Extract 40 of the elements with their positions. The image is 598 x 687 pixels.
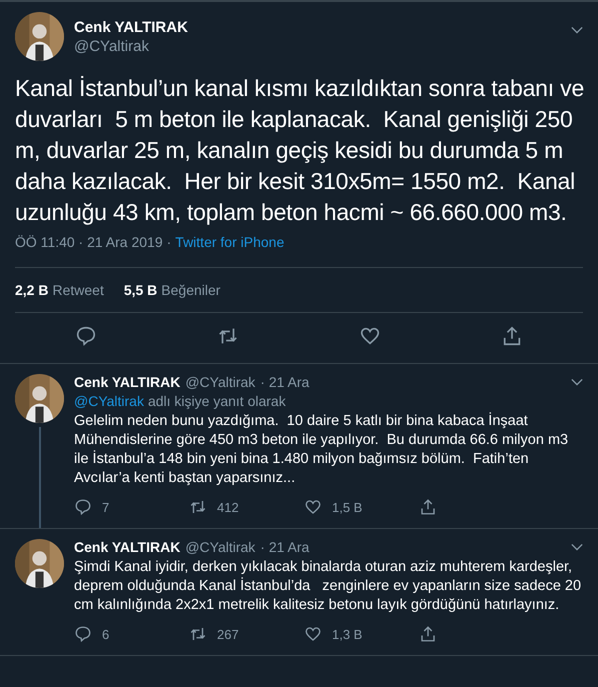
- user-name[interactable]: Cenk YALTIRAK: [74, 374, 180, 390]
- share-icon[interactable]: [501, 325, 523, 347]
- tweet-text: Şimdi Kanal iyidir, derken yıkılacak binalarda oturan aziz muhterem kardeşler, deprem olduğunda Kanal İstanbul’da zenginlere ev yapanların size sadece 20 cm kalınlığında 2x2x1 metrelik kalitesiz betonu layık gördüğünü hatırlayınız.: [74, 558, 582, 615]
- chevron-down-icon[interactable]: [571, 378, 583, 386]
- share-icon[interactable]: [419, 498, 437, 516]
- retweet-icon[interactable]: [189, 625, 207, 643]
- like-count: 1,5 B: [332, 500, 362, 514]
- reply-count: 6: [102, 626, 110, 642]
- share-icon[interactable]: [419, 625, 437, 643]
- heart-icon[interactable]: [304, 625, 322, 643]
- chevron-down-icon[interactable]: [571, 543, 583, 551]
- like-count: 1,3 B: [332, 626, 362, 642]
- tweet-date[interactable]: · 21 Ara: [260, 374, 310, 390]
- tweet-text: Gelelim neden bunu yazdığıma. 10 daire 5 katlı bir bina kabaca İnşaat Mühendislerine göre 450 m3 beton ile yapılıyor. Bu durumda 66.6 milyon m3 ile İstanbul’a 148 bin yeni bina 1.480 milyon bağımsız bölüm. Fatih’ten Avcılar’a kenti baştan yaparsınız...: [74, 412, 570, 488]
- tweet-time[interactable]: ÖÖ 11:40 · 21 Ara 2019: [15, 234, 163, 250]
- reply-icon[interactable]: [74, 498, 92, 516]
- reply-count: 7: [102, 500, 110, 514]
- source-link[interactable]: Twitter for iPhone: [175, 234, 284, 250]
- separator-dot: ·: [166, 234, 172, 250]
- stat-count[interactable]: 5,5 B: [124, 282, 158, 298]
- stat-label[interactable]: Beğeniler: [161, 282, 220, 298]
- heart-icon[interactable]: [304, 498, 322, 516]
- user-handle[interactable]: @CYaltirak: [74, 38, 561, 54]
- retweet-count: 412: [217, 500, 239, 514]
- user-handle[interactable]: @CYaltirak: [185, 374, 256, 390]
- chevron-down-icon[interactable]: [571, 26, 583, 34]
- user-name[interactable]: Cenk YALTIRAK: [74, 18, 561, 36]
- tweet-text: Kanal İstanbul’un kanal kısmı kazıldıktan sonra tabanı ve duvarları 5 m beton ile kaplanacak. Kanal genişliği 250 m, duvarlar 25 m, kanalın geçiş kesidi bu durumda 5 m daha kazılacak. Her bir kesit 310x5m= 1550 m2. Kanal uzunluğu 43 km, toplam beton hacmi ~ 66.660.000 m3.: [15, 74, 586, 227]
- user-handle[interactable]: @CYaltirak: [185, 539, 256, 555]
- reply-icon[interactable]: [75, 325, 97, 347]
- reply-icon[interactable]: [74, 625, 92, 643]
- heart-icon[interactable]: [359, 325, 381, 347]
- stat-count[interactable]: 2,2 B: [15, 282, 48, 298]
- retweet-count: 267: [217, 626, 239, 642]
- mention-link[interactable]: @CYaltirak: [74, 393, 144, 409]
- user-name[interactable]: Cenk YALTIRAK: [74, 539, 180, 555]
- retweet-icon[interactable]: [189, 498, 207, 516]
- tweet-date[interactable]: · 21 Ara: [260, 539, 310, 555]
- stat-label[interactable]: Retweet: [52, 282, 104, 298]
- reply-context: adlı kişiye yanıt olarak: [148, 393, 286, 409]
